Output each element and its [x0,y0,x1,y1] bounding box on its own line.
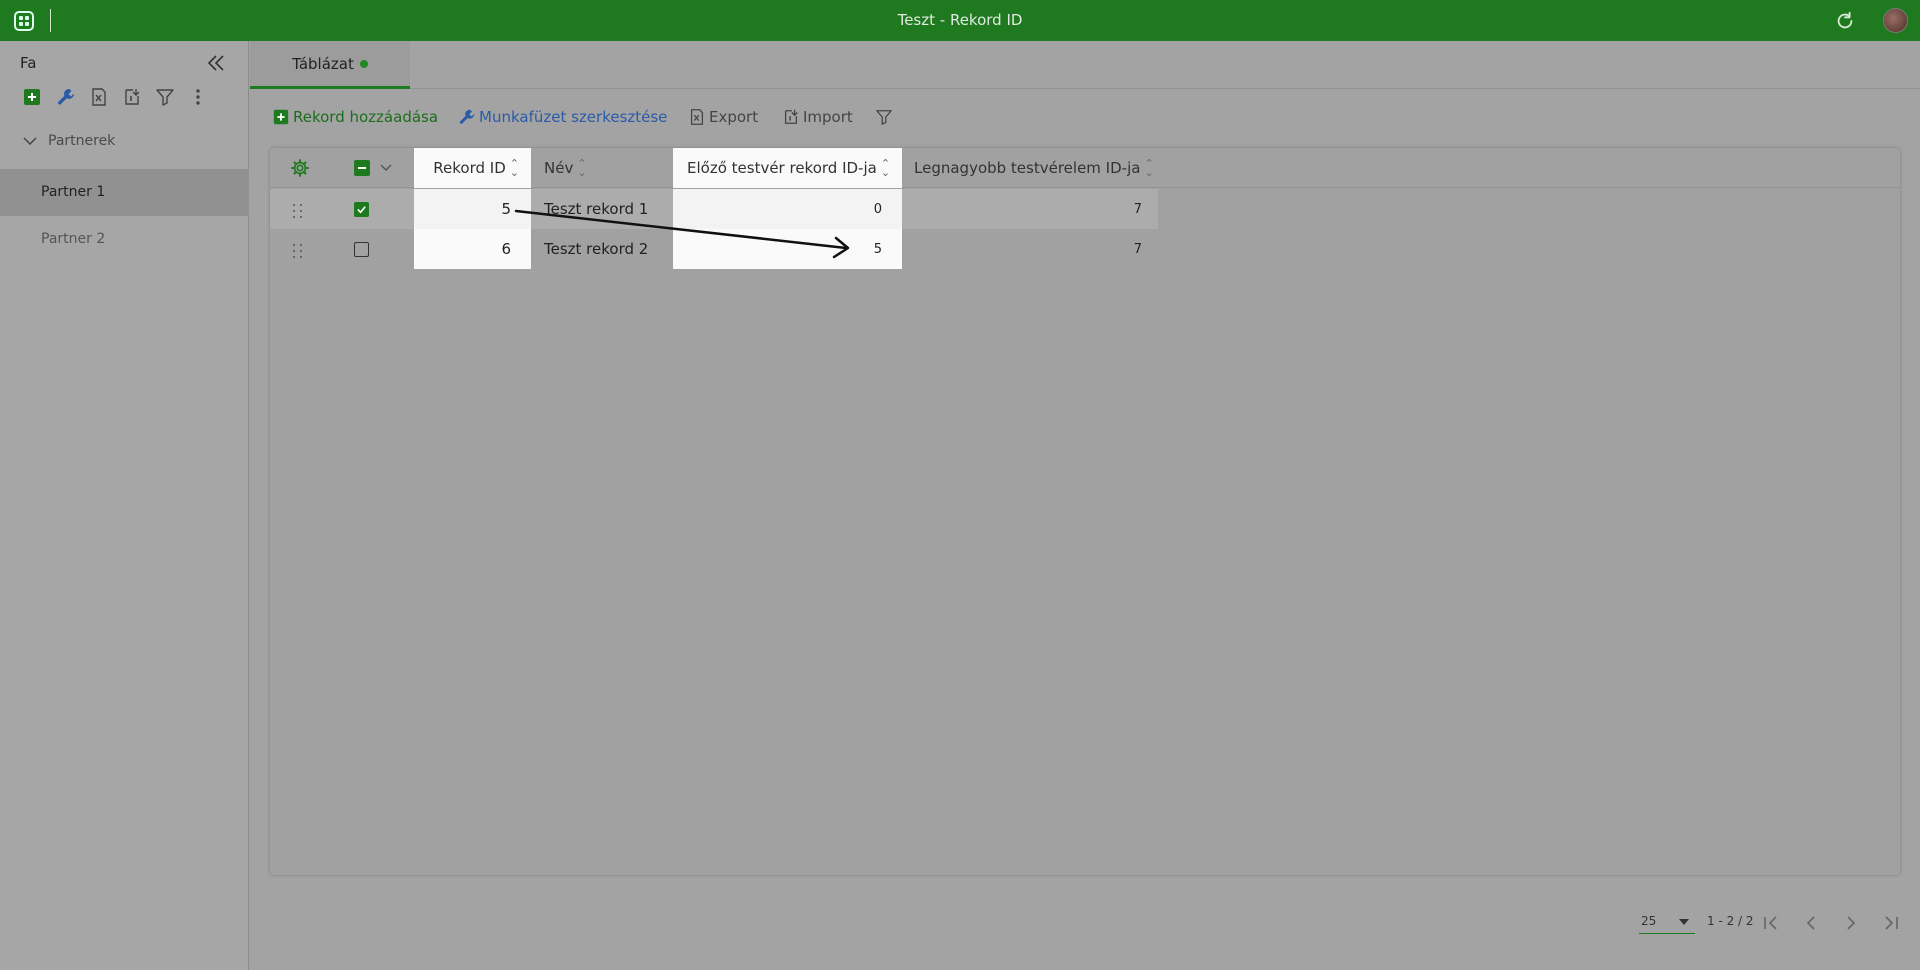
column-header-legnagyobb-testverelem[interactable]: Legnagyobb testvérelem ID-ja ⌃ ⌄ [914,148,1158,188]
export-label: Export [709,108,759,126]
column-header-rekord-id[interactable]: Rekord ID ⌃ ⌄ [414,148,531,188]
next-page-button[interactable] [1840,912,1862,934]
column-label: Név [544,159,574,177]
window-title: Teszt - Rekord ID [897,11,1023,29]
pagination-range: 1 - 2 / 2 [1707,914,1754,928]
minus-icon [358,167,366,169]
import-icon[interactable] [122,87,142,107]
tree-item-partner-1[interactable]: Partner 1 [0,169,249,216]
import-label: Import [803,108,853,126]
prev-page-button[interactable] [1800,912,1822,934]
add-icon [273,109,289,125]
export-button[interactable]: Export [688,104,758,130]
column-label: Előző testvér rekord ID-ja [687,159,877,177]
refresh-icon[interactable] [1834,10,1856,32]
wrench-icon [459,109,475,124]
user-avatar[interactable] [1883,8,1908,33]
drag-handle-icon[interactable] [291,242,305,260]
sort-icon: ⌃ ⌄ [577,157,587,179]
tab-label: Táblázat [292,54,354,73]
chevron-down-icon [23,137,37,146]
filter-button[interactable] [875,104,896,130]
add-record-label: Rekord hozzáadása [293,108,439,126]
sort-icon: ⌃ ⌄ [509,157,519,179]
import-button[interactable]: Import [782,104,853,130]
table-header: Rekord ID ⌃ ⌄ Név ⌃ ⌄ Előző testvér rekord… [270,148,1900,188]
chevron-right-icon [1847,916,1856,930]
filter-icon [876,110,892,125]
cell-rekord-id[interactable]: 6 [414,229,531,269]
cell-nev[interactable]: Teszt rekord 2 [544,229,674,269]
import-icon [784,109,798,124]
tree-group-label: Partnerek [48,133,116,149]
table-row[interactable]: 6 Teszt rekord 2 5 7 [270,229,1158,269]
chevron-down-icon[interactable] [380,163,392,173]
row-checkbox[interactable] [354,242,369,257]
sidebar-title: Fa [20,54,37,72]
tree-item-partner-2[interactable]: Partner 2 [0,216,249,263]
cell-rekord-id[interactable]: 5 [414,189,531,229]
table-panel: Rekord ID ⌃ ⌄ Név ⌃ ⌄ Előző testvér rekord… [270,148,1900,875]
check-icon [357,206,366,214]
dropdown-caret-icon [1679,919,1689,925]
tree-group-partnerek[interactable]: Partnerek [22,133,115,149]
last-page-button[interactable] [1880,912,1902,934]
cell-legnagyobb-testverelem[interactable]: 7 [914,229,1158,269]
page-size-select[interactable]: 25 [1639,910,1695,934]
gear-icon[interactable] [290,158,310,178]
edit-workbook-label: Munkafüzet szerkesztése [479,108,668,126]
last-page-icon [1885,916,1898,930]
filter-icon[interactable] [155,87,175,107]
status-dot-icon [359,59,368,68]
first-page-button[interactable] [1760,912,1782,934]
add-icon[interactable] [22,87,42,107]
first-page-icon [1764,916,1777,930]
row-checkbox[interactable] [354,202,369,217]
drag-handle-icon[interactable] [291,202,305,220]
edit-workbook-button[interactable]: Munkafüzet szerkesztése [458,104,667,130]
add-record-button[interactable]: Rekord hozzáadása [272,104,438,130]
cell-elozo-testver[interactable]: 0 [673,189,902,229]
sort-icon: ⌃ ⌄ [1144,157,1154,179]
cell-elozo-testver[interactable]: 5 [673,229,902,269]
more-vert-icon[interactable] [188,87,208,107]
cell-legnagyobb-testverelem[interactable]: 7 [914,189,1158,229]
tab-tablazat[interactable]: Táblázat [250,41,410,89]
title-bar: Teszt - Rekord ID [0,0,1920,41]
column-label: Rekord ID [433,159,506,177]
select-all-checkbox[interactable] [354,160,370,176]
chevron-left-icon [1806,916,1815,930]
column-label: Legnagyobb testvérelem ID-ja [914,159,1141,177]
excel-export-icon [690,109,704,125]
tab-bar: Táblázat [250,41,1920,89]
sidebar: Fa Partnerek Partner 1 Partner 2 [0,41,249,970]
page-size-value: 25 [1641,914,1657,928]
excel-export-icon[interactable] [89,87,109,107]
sort-icon: ⌃ ⌄ [880,157,891,179]
collapse-sidebar-icon[interactable] [206,53,226,73]
wrench-icon[interactable] [56,87,76,107]
cell-nev[interactable]: Teszt rekord 1 [544,189,674,229]
column-header-nev[interactable]: Név ⌃ ⌄ [544,148,674,188]
table-row[interactable]: 5 Teszt rekord 1 0 7 [270,189,1158,229]
column-header-elozo-testver[interactable]: Előző testvér rekord ID-ja ⌃ ⌄ [673,148,902,188]
